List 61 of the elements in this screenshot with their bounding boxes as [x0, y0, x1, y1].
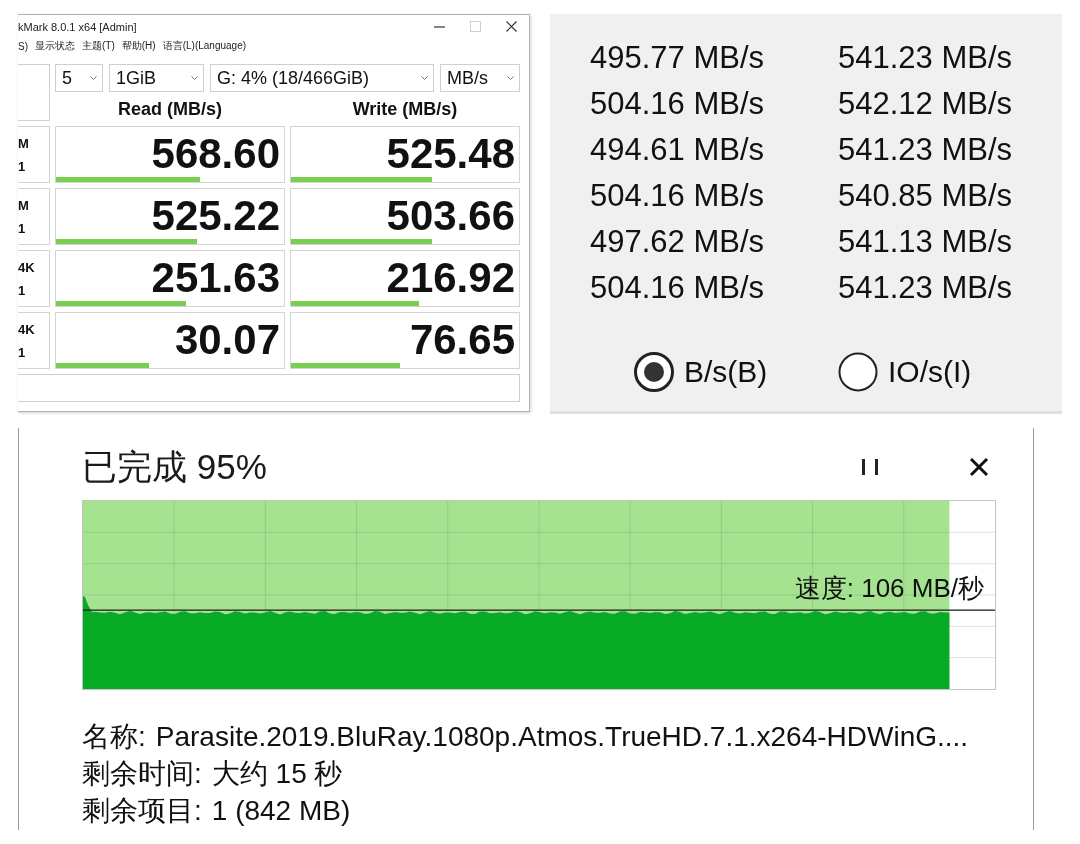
speed-value: 497.62 MB/s [590, 224, 766, 260]
speed-label: 速度: 106 MB/秒 [794, 573, 984, 603]
pause-icon[interactable] [861, 459, 879, 475]
speed-value: 504.16 MB/s [590, 86, 766, 122]
test-label: M [18, 197, 30, 213]
result-value: 503.66 [386, 195, 515, 237]
result-value: 76.65 [409, 319, 515, 361]
speed-value: 541.23 MB/s [838, 40, 1014, 76]
radio-button[interactable] [634, 352, 674, 392]
select-field[interactable]: G: 4% (18/466GiB) [210, 64, 434, 92]
menu-item[interactable]: 主题(T) [82, 39, 115, 53]
progress-title: 已完成 95% [82, 445, 268, 488]
radio-label: B/s(B) [684, 355, 768, 389]
result-value: 216.92 [386, 257, 515, 299]
radio-label: IO/s(I) [888, 355, 972, 389]
result-value: 525.48 [386, 133, 515, 175]
speed-value: 494.61 MB/s [590, 132, 766, 168]
caret-icon [421, 76, 428, 80]
test-label: 1 [18, 344, 27, 360]
detail-label: 剩余时间: [82, 757, 202, 791]
test-label: 4K [18, 321, 36, 337]
detail-value: Parasite.2019.BluRay.1080p.Atmos.TrueHD.7.1.x264-HDWinG.... [155, 720, 969, 754]
speed-value: 541.13 MB/s [838, 224, 1014, 260]
detail-label: 名称: [82, 720, 146, 754]
select-field[interactable]: 5 [55, 64, 103, 92]
close-icon[interactable] [969, 457, 989, 477]
caret-icon [507, 76, 514, 80]
column-header: Write (MB/s) [351, 98, 459, 120]
result-value: 30.07 [174, 319, 280, 361]
menu-item[interactable]: S) [18, 40, 28, 52]
speed-value: 504.16 MB/s [590, 270, 766, 306]
radio-button[interactable] [838, 352, 878, 392]
select-field[interactable]: MB/s [440, 64, 520, 92]
column-header: Read (MB/s) [117, 98, 223, 120]
test-label: 1 [18, 158, 27, 174]
speed-value: 504.16 MB/s [590, 178, 766, 214]
result-value: 251.63 [151, 257, 280, 299]
detail-label: 剩余项目: [82, 794, 202, 828]
test-label: 4K [18, 259, 36, 275]
detail-value: 1 (842 MB) [211, 794, 351, 828]
minimize-icon[interactable] [433, 25, 445, 28]
result-value: 568.60 [151, 133, 280, 175]
result-value: 525.22 [151, 195, 280, 237]
menu-item[interactable]: 显示状态 [35, 39, 75, 53]
menu-item[interactable]: 帮助(H) [121, 39, 156, 53]
comment-field[interactable] [18, 374, 520, 402]
speed-value: 541.23 MB/s [838, 132, 1014, 168]
window-title: kMark 8.0.1 x64 [Admin] [18, 20, 138, 33]
speed-value: 541.23 MB/s [838, 270, 1014, 306]
speed-value: 495.77 MB/s [590, 40, 766, 76]
test-label: 1 [18, 282, 27, 298]
test-label: 1 [18, 220, 27, 236]
detail-value: 大约 15 秒 [211, 757, 343, 791]
caret-icon [191, 76, 198, 80]
speed-value: 542.12 MB/s [838, 86, 1014, 122]
test-label: M [18, 135, 30, 151]
speed-value: 540.85 MB/s [838, 178, 1014, 214]
select-field[interactable]: 1GiB [109, 64, 204, 92]
caret-icon [90, 76, 97, 80]
menu-item[interactable]: 语言(L)(Language) [162, 39, 247, 53]
close-icon[interactable] [505, 21, 517, 32]
